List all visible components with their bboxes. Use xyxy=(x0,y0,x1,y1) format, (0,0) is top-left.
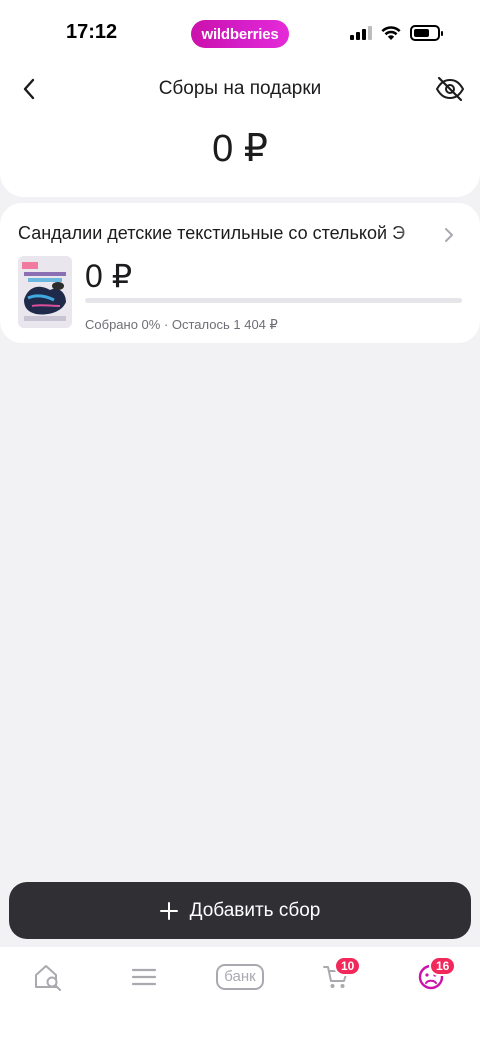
fund-amount: 0 ₽ xyxy=(85,258,133,294)
profile-badge: 16 xyxy=(429,956,457,976)
fund-progress-bar xyxy=(85,298,462,303)
tab-catalog[interactable] xyxy=(119,957,169,997)
signal-icon xyxy=(350,26,372,40)
wifi-icon xyxy=(381,26,401,40)
cart-badge: 10 xyxy=(334,956,362,976)
menu-icon xyxy=(131,968,157,986)
brand-pill: wildberries xyxy=(191,20,289,48)
total-amount: 0 ₽ xyxy=(212,128,268,170)
add-fund-label: Добавить сбор xyxy=(189,899,321,921)
fund-card[interactable]: Сандалии детские текстильные со стелькой… xyxy=(0,203,480,343)
home-search-icon xyxy=(35,965,61,991)
page-title: Сборы на подарки xyxy=(158,78,322,99)
hide-amounts-button[interactable] xyxy=(434,74,466,104)
status-icons xyxy=(350,23,443,43)
plus-icon xyxy=(159,901,178,920)
battery-icon xyxy=(410,25,443,41)
fund-status: Собрано 0% · Осталось 1 404 ₽ xyxy=(85,317,278,332)
tab-bar: банк xyxy=(0,947,480,1041)
eye-off-icon xyxy=(435,76,465,102)
tab-bank[interactable]: банк xyxy=(209,957,271,997)
chevron-right-icon xyxy=(445,228,453,242)
status-bar: 17:12 wildberries xyxy=(0,0,480,66)
fund-name: Сандалии детские текстильные со стелькой… xyxy=(18,223,406,243)
product-image xyxy=(18,256,72,328)
fund-open-button[interactable] xyxy=(440,225,458,245)
bank-label: банк xyxy=(216,964,264,990)
status-time: 17:12 xyxy=(66,21,118,43)
tab-home[interactable] xyxy=(23,957,73,997)
add-fund-button[interactable]: Добавить сбор xyxy=(9,882,471,939)
